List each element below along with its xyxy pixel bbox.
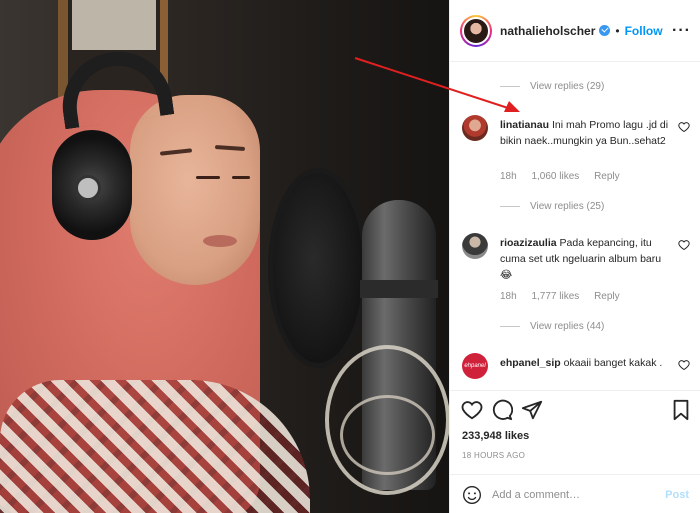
- view-replies-label: View replies (25): [530, 201, 605, 212]
- separator-dot: •: [615, 23, 620, 38]
- comment-text: rioazizaulia Pada kepancing, itu cuma se…: [500, 235, 670, 283]
- post-comment-button[interactable]: Post: [665, 489, 689, 501]
- eye-left: [196, 176, 220, 179]
- comment-meta: 18h 1,777 likes Reply: [500, 291, 632, 302]
- view-replies-button[interactable]: View replies (44): [500, 321, 604, 332]
- eye-right: [232, 176, 250, 179]
- comment-likes[interactable]: 1,777 likes: [531, 291, 579, 302]
- avatar-logo-text: ehpanel: [464, 363, 486, 369]
- microphone-band: [360, 280, 438, 298]
- comment-bubble-icon[interactable]: [491, 399, 513, 421]
- like-heart-icon[interactable]: [461, 399, 483, 421]
- emoji-smile-icon[interactable]: [462, 485, 482, 505]
- post-header: nathalieholscher • Follow ···: [450, 0, 700, 62]
- avatar[interactable]: [462, 16, 490, 45]
- view-replies-label: View replies (44): [530, 321, 605, 332]
- comment-time: 18h: [500, 171, 517, 182]
- face-shape: [130, 95, 260, 285]
- post-timestamp[interactable]: 18 HOURS AGO: [462, 451, 525, 460]
- save-bookmark-icon[interactable]: [670, 399, 692, 421]
- comment-likes[interactable]: 1,060 likes: [531, 171, 579, 182]
- view-replies-button[interactable]: View replies (29): [500, 81, 604, 92]
- replies-divider: [500, 86, 520, 87]
- reply-button[interactable]: Reply: [594, 291, 620, 302]
- like-comment-heart-icon[interactable]: [678, 239, 690, 251]
- like-comment-heart-icon[interactable]: [678, 121, 690, 133]
- reply-button[interactable]: Reply: [594, 171, 620, 182]
- post-username[interactable]: nathalieholscher: [500, 24, 611, 38]
- comment-username[interactable]: rioazizaulia: [500, 237, 557, 249]
- background-light: [72, 0, 156, 50]
- replies-divider: [500, 326, 520, 327]
- follow-button[interactable]: Follow: [625, 24, 663, 38]
- commenter-avatar[interactable]: ehpanel: [462, 353, 488, 379]
- post-side-panel: nathalieholscher • Follow ··· View repli…: [449, 0, 700, 513]
- pop-filter: [268, 168, 368, 368]
- comment-meta: 18h 1,060 likes Reply: [500, 171, 632, 182]
- comment-item: rioazizaulia Pada kepancing, itu cuma se…: [462, 233, 692, 303]
- add-comment-bar: Post: [450, 474, 700, 513]
- comment-item: linatianau Ini mah Promo lagu .jd di bik…: [462, 115, 692, 185]
- comment-input[interactable]: [492, 485, 652, 505]
- like-comment-heart-icon[interactable]: [678, 359, 690, 371]
- more-options-icon[interactable]: ···: [672, 22, 691, 40]
- comment-text: ehpanel_sip okaaii banget kakak .: [500, 355, 670, 371]
- lips-shape: [203, 235, 237, 247]
- view-replies-button[interactable]: View replies (25): [500, 201, 604, 212]
- post-photo: [0, 0, 449, 513]
- view-replies-label: View replies (29): [530, 81, 605, 92]
- post-actions: 233,948 likes 18 HOURS AGO: [450, 390, 700, 470]
- comment-item: ehpanel ehpanel_sip okaaii banget kakak …: [462, 353, 692, 390]
- patterned-shirt: [0, 380, 310, 513]
- share-plane-icon[interactable]: [521, 399, 543, 421]
- replies-divider: [500, 206, 520, 207]
- commenter-avatar[interactable]: [462, 233, 488, 259]
- comment-list[interactable]: View replies (29) linatianau Ini mah Pro…: [450, 63, 700, 390]
- verified-badge-icon: [599, 24, 611, 36]
- shock-mount-inner: [340, 395, 435, 475]
- commenter-avatar[interactable]: [462, 115, 488, 141]
- comment-text: linatianau Ini mah Promo lagu .jd di bik…: [500, 117, 670, 149]
- comment-username[interactable]: ehpanel_sip: [500, 357, 561, 369]
- comment-body: okaaii banget kakak .: [563, 357, 663, 369]
- comment-username[interactable]: linatianau: [500, 119, 549, 131]
- headphones-logo: [75, 175, 101, 201]
- comment-time: 18h: [500, 291, 517, 302]
- story-ring[interactable]: [460, 14, 492, 47]
- post-like-count[interactable]: 233,948 likes: [462, 430, 529, 442]
